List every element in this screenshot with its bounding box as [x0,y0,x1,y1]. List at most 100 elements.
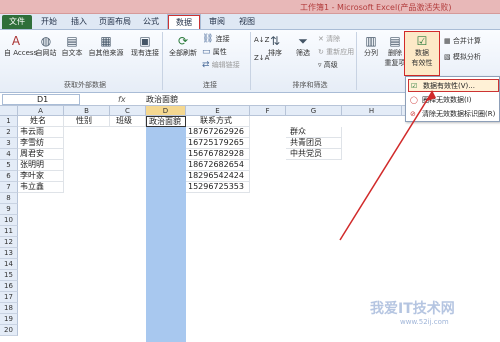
tab-home[interactable]: 开始 [36,15,62,29]
cell-phone[interactable]: 18767262926 [186,127,250,138]
name-box[interactable]: D1 [2,94,80,105]
excel-window: 工作簿1 - Microsoft Excel(产品激活失败) 文件 开始 插入 … [0,0,500,342]
row-header[interactable]: 10 [0,215,18,226]
access-icon: A [11,34,21,48]
clear-icon: ✕ [318,35,324,43]
row-header[interactable]: 14 [0,259,18,270]
consolidate-button[interactable]: ▦ 合并计算 [444,36,481,46]
tab-page-layout[interactable]: 页面布局 [96,15,134,29]
cell-header[interactable]: 姓名 [18,116,64,127]
row-header[interactable]: 15 [0,270,18,281]
column-header[interactable]: A [18,106,64,116]
row-header[interactable]: 2 [0,127,18,138]
connections-button[interactable]: ⛓ 连接 [202,34,230,44]
connections-icon: ▣ [139,34,151,48]
sort-button[interactable]: ⇅ 排序 [262,34,288,58]
cell-name[interactable]: 李雪纺 [18,138,64,149]
row-header[interactable]: 8 [0,193,18,204]
tab-insert[interactable]: 插入 [66,15,92,29]
window-title: 工作簿1 - Microsoft Excel(产品激活失败) [300,3,452,12]
fx-icon[interactable]: fx [118,93,126,106]
cell-name[interactable]: 周君安 [18,149,64,160]
other-sources-icon: ▦ [100,34,112,48]
from-other-sources-button[interactable]: ▦ 自其他来源 [88,34,124,58]
column-header-selected[interactable]: D [146,106,186,116]
cell-name[interactable]: 李叶家 [18,171,64,182]
group-separator [250,32,251,90]
refresh-all-button[interactable]: ⟳ 全部刷新 [166,34,200,58]
column-header[interactable]: G [286,106,342,116]
row-header[interactable]: 7 [0,182,18,193]
data-validation-button[interactable]: ☑ 数据 有效性 [404,31,440,76]
column-header[interactable]: H [342,106,402,116]
filter-button[interactable]: ⏷ 筛选 [290,34,316,58]
formula-input[interactable]: 政治面貌 [146,93,178,106]
tab-file[interactable]: 文件 [2,15,32,29]
text-to-columns-button[interactable]: ▥ 分列 [360,34,382,58]
cell-phone[interactable]: 16725179265 [186,138,250,149]
row-header[interactable]: 20 [0,325,18,336]
advanced-icon: ▿ [318,61,322,69]
row-header[interactable]: 5 [0,160,18,171]
reapply-icon: ↻ [318,48,324,56]
web-icon: ◍ [40,34,52,48]
cell-phone[interactable]: 15296725353 [186,182,250,193]
row-header[interactable]: 19 [0,314,18,325]
row-header[interactable]: 18 [0,303,18,314]
tab-review[interactable]: 审阅 [204,15,230,29]
row-header[interactable]: 11 [0,226,18,237]
row-header[interactable]: 4 [0,149,18,160]
menu-item-data-validation[interactable]: ☑ 数据有效性(V)... [408,79,499,92]
advanced-filter-button[interactable]: ▿ 高级 [318,60,338,70]
active-cell[interactable]: 政治面貌 [146,116,186,127]
menu-item-clear-circles[interactable]: ⊘ 清除无效数据标识圈(R) [408,108,499,121]
cell-phone[interactable]: 15676782928 [186,149,250,160]
edit-links-button[interactable]: ⇄ 编辑链接 [202,60,240,70]
row-header[interactable]: 6 [0,171,18,182]
row-header[interactable]: 17 [0,292,18,303]
clear-circles-icon: ⊘ [410,110,416,118]
menu-item-circle-invalid[interactable]: ◯ 圈释无效数据(I) [408,94,499,107]
reapply-button[interactable]: ↻ 重新应用 [318,47,354,57]
consolidate-icon: ▦ [444,37,451,45]
edit-links-icon: ⇄ [202,60,210,70]
tab-data[interactable]: 数据 [167,14,201,30]
clear-filter-button[interactable]: ✕ 清除 [318,34,340,44]
column-header[interactable]: E [186,106,250,116]
cell-name[interactable]: 韦云雨 [18,127,64,138]
cell-name[interactable]: 韦立鑫 [18,182,64,193]
cell-g[interactable]: 中共党员 [286,149,342,160]
cell-name[interactable]: 张明明 [18,160,64,171]
what-if-button[interactable]: ▧ 模拟分析 [444,52,481,62]
cell-header[interactable]: 班级 [110,116,146,127]
cell-g[interactable]: 群众 [286,127,342,138]
tab-formulas[interactable]: 公式 [138,15,164,29]
row-header[interactable]: 16 [0,281,18,292]
from-web-button[interactable]: ◍ 自网站 [34,34,58,58]
cell-header[interactable]: 联系方式 [186,116,250,127]
existing-connections-button[interactable]: ▣ 现有连接 [130,34,160,58]
column-header[interactable]: F [250,106,286,116]
selected-column-d [146,116,186,342]
data-validation-icon: ☑ [411,82,418,90]
row-header[interactable]: 12 [0,237,18,248]
remove-duplicates-button[interactable]: ▤ 删除 重复项 [384,34,406,68]
from-access-button[interactable]: A 自 Access [4,34,37,58]
tab-view[interactable]: 视图 [234,15,260,29]
column-header[interactable]: B [64,106,110,116]
select-all-corner[interactable] [0,106,18,116]
row-header[interactable]: 13 [0,248,18,259]
cell-phone[interactable]: 18672682654 [186,160,250,171]
group-label-sort-filter: 排序和筛选 [292,81,328,89]
split-columns-icon: ▥ [365,34,377,48]
row-header[interactable]: 3 [0,138,18,149]
cell-header[interactable]: 性别 [64,116,110,127]
data-validation-icon: ☑ [416,34,428,48]
column-header[interactable]: C [110,106,146,116]
cell-g[interactable]: 共青团员 [286,138,342,149]
cell-phone[interactable]: 18296542424 [186,171,250,182]
properties-button[interactable]: ▭ 属性 [202,47,227,57]
from-text-button[interactable]: ▤ 自文本 [60,34,84,58]
row-header[interactable]: 1 [0,116,18,127]
row-header[interactable]: 9 [0,204,18,215]
